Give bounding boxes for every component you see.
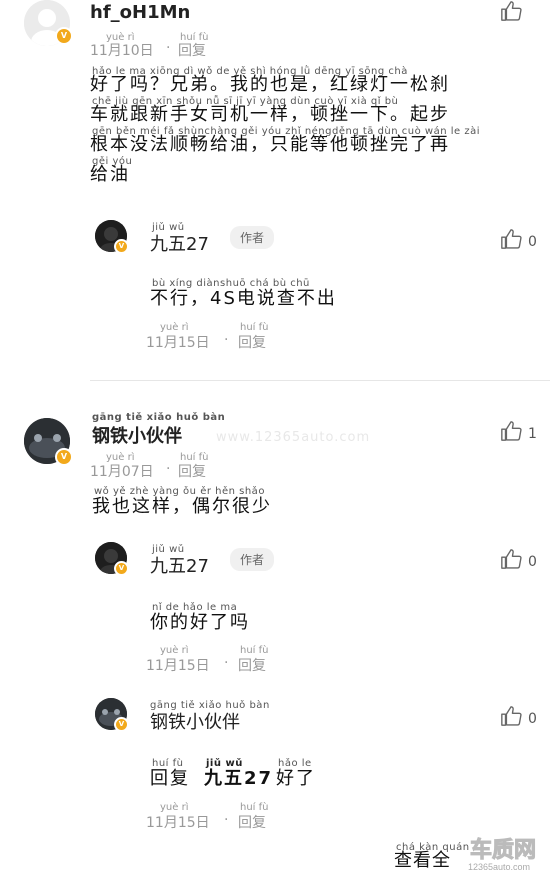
reply-username[interactable]: 九五27 (150, 230, 209, 256)
reply-text: 不行，4S电说查不出 (150, 288, 337, 309)
comment-date: 11月07日 (90, 464, 154, 480)
meta-separator: · (224, 812, 229, 828)
view-all-link[interactable]: 查看全 (394, 848, 451, 874)
divider (90, 380, 550, 381)
reply-button[interactable]: 回复 (178, 40, 206, 60)
reply-prefix: 回复 (150, 768, 190, 789)
meta-separator: · (224, 332, 229, 348)
thumbs-up-icon (501, 421, 522, 441)
like-count: 0 (528, 554, 537, 570)
reply-button[interactable]: 回复 (238, 332, 266, 352)
username[interactable]: 钢铁小伙伴 (92, 422, 182, 448)
like-count: 0 (528, 234, 537, 250)
thumbs-up-icon (501, 229, 522, 249)
thumbs-up-icon (501, 1, 522, 21)
comment-text: 我也这样，偶尔很少 (92, 496, 272, 517)
reply-button[interactable]: 回复 (178, 461, 206, 481)
like-button[interactable]: 0 (500, 548, 537, 570)
author-tag: 作者 (230, 226, 275, 249)
meta-separator: · (224, 655, 229, 671)
like-button[interactable]: 0 (500, 228, 537, 250)
reply-button[interactable]: 回复 (238, 812, 266, 832)
comment-text-line: 给油 (90, 164, 130, 185)
like-count: 0 (528, 711, 537, 727)
like-button[interactable] (500, 0, 522, 26)
comment-text-line: 好了吗？兄弟。我的也是，红绿灯一松刹 (90, 74, 450, 95)
mention-link[interactable]: 九五27 (204, 766, 273, 792)
author-tag: 作者 (230, 548, 275, 571)
verified-badge-icon: V (114, 561, 129, 576)
comment-text-line: 车就跟新手女司机一样，顿挫一下。起步 (90, 104, 450, 125)
comment-text-line: 根本没法顺畅给油，只能等他顿挫完了再 (90, 134, 450, 155)
reply-date: 11月15日 (146, 658, 210, 674)
username[interactable]: hf_oH1Mn (90, 2, 190, 23)
like-button[interactable]: 1 (500, 420, 537, 442)
brand-logo: 车质网 12365auto.com (462, 832, 550, 877)
verified-badge-icon: V (114, 239, 129, 254)
like-count: 1 (528, 426, 537, 442)
reply-date: 11月15日 (146, 815, 210, 831)
brand-mark: 车质网 (469, 838, 537, 864)
meta-separator: · (166, 40, 171, 56)
comment-date: 11月10日 (90, 43, 154, 59)
verified-badge-icon: V (55, 448, 73, 466)
reply-suffix: 好了 (276, 768, 316, 789)
reply-button[interactable]: 回复 (238, 655, 266, 675)
reply-username[interactable]: 钢铁小伙伴 (150, 708, 240, 734)
verified-badge-icon: V (55, 27, 73, 45)
brand-url: 12365auto.com (468, 862, 531, 872)
thumbs-up-icon (501, 706, 522, 726)
thumbs-up-icon (501, 549, 522, 569)
reply-username[interactable]: 九五27 (150, 552, 209, 578)
meta-separator: · (166, 461, 171, 477)
reply-date: 11月15日 (146, 335, 210, 351)
like-button[interactable]: 0 (500, 705, 537, 727)
reply-text: 你的好了吗 (150, 612, 250, 633)
watermark: www.12365auto.com (216, 430, 371, 445)
verified-badge-icon: V (114, 717, 129, 732)
